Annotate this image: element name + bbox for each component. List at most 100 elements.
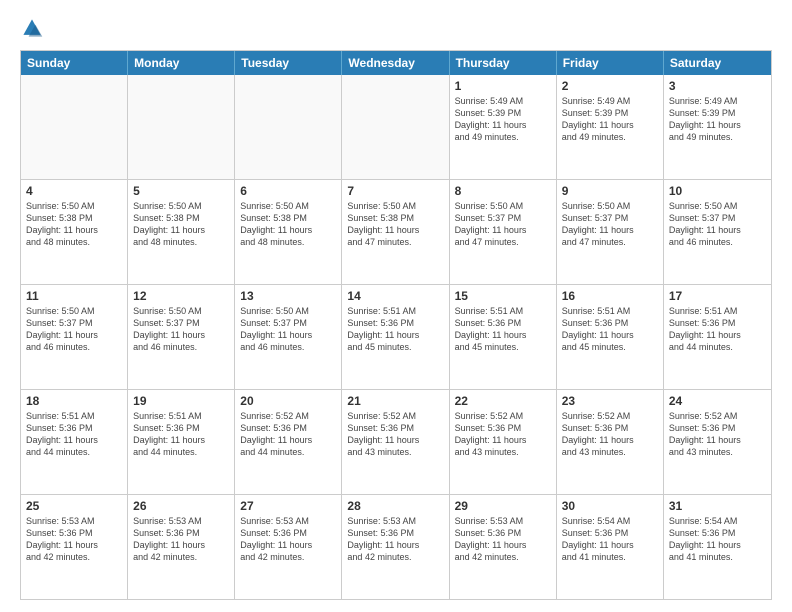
- cell-info: Sunrise: 5:52 AM Sunset: 5:36 PM Dayligh…: [240, 410, 336, 459]
- cal-week-2: 4 Sunrise: 5:50 AM Sunset: 5:38 PM Daylig…: [21, 179, 771, 284]
- cal-cell: 27 Sunrise: 5:53 AM Sunset: 5:36 PM Dayli…: [235, 495, 342, 599]
- cell-info: Sunrise: 5:50 AM Sunset: 5:38 PM Dayligh…: [26, 200, 122, 249]
- cal-cell: 13 Sunrise: 5:50 AM Sunset: 5:37 PM Dayli…: [235, 285, 342, 389]
- logo-icon: [20, 16, 44, 40]
- cal-cell: 15 Sunrise: 5:51 AM Sunset: 5:36 PM Dayli…: [450, 285, 557, 389]
- cal-header-friday: Friday: [557, 51, 664, 75]
- cal-cell: 28 Sunrise: 5:53 AM Sunset: 5:36 PM Dayli…: [342, 495, 449, 599]
- cell-info: Sunrise: 5:52 AM Sunset: 5:36 PM Dayligh…: [347, 410, 443, 459]
- cal-cell: 2 Sunrise: 5:49 AM Sunset: 5:39 PM Daylig…: [557, 75, 664, 179]
- logo: [20, 16, 48, 40]
- cal-week-3: 11 Sunrise: 5:50 AM Sunset: 5:37 PM Dayli…: [21, 284, 771, 389]
- cell-info: Sunrise: 5:50 AM Sunset: 5:37 PM Dayligh…: [133, 305, 229, 354]
- cell-info: Sunrise: 5:51 AM Sunset: 5:36 PM Dayligh…: [347, 305, 443, 354]
- cell-info: Sunrise: 5:50 AM Sunset: 5:38 PM Dayligh…: [347, 200, 443, 249]
- cell-info: Sunrise: 5:54 AM Sunset: 5:36 PM Dayligh…: [562, 515, 658, 564]
- day-number: 27: [240, 499, 336, 513]
- cal-cell: 10 Sunrise: 5:50 AM Sunset: 5:37 PM Dayli…: [664, 180, 771, 284]
- day-number: 23: [562, 394, 658, 408]
- day-number: 15: [455, 289, 551, 303]
- cal-cell: 23 Sunrise: 5:52 AM Sunset: 5:36 PM Dayli…: [557, 390, 664, 494]
- cal-cell: 8 Sunrise: 5:50 AM Sunset: 5:37 PM Daylig…: [450, 180, 557, 284]
- cell-info: Sunrise: 5:50 AM Sunset: 5:37 PM Dayligh…: [455, 200, 551, 249]
- day-number: 20: [240, 394, 336, 408]
- day-number: 13: [240, 289, 336, 303]
- day-number: 2: [562, 79, 658, 93]
- cal-cell: [128, 75, 235, 179]
- cal-cell: 1Sunrise: 5:49 AM Sunset: 5:39 PM Daylig…: [450, 75, 557, 179]
- day-number: 19: [133, 394, 229, 408]
- cell-info: Sunrise: 5:51 AM Sunset: 5:36 PM Dayligh…: [26, 410, 122, 459]
- cal-cell: 12 Sunrise: 5:50 AM Sunset: 5:37 PM Dayli…: [128, 285, 235, 389]
- cal-cell: 21 Sunrise: 5:52 AM Sunset: 5:36 PM Dayli…: [342, 390, 449, 494]
- cal-cell: 18Sunrise: 5:51 AM Sunset: 5:36 PM Dayli…: [21, 390, 128, 494]
- cell-info: Sunrise: 5:53 AM Sunset: 5:36 PM Dayligh…: [455, 515, 551, 564]
- day-number: 10: [669, 184, 766, 198]
- day-number: 7: [347, 184, 443, 198]
- cal-cell: 31 Sunrise: 5:54 AM Sunset: 5:36 PM Dayli…: [664, 495, 771, 599]
- header: [20, 16, 772, 40]
- cal-cell: 22Sunrise: 5:52 AM Sunset: 5:36 PM Dayli…: [450, 390, 557, 494]
- cell-info: Sunrise: 5:53 AM Sunset: 5:36 PM Dayligh…: [347, 515, 443, 564]
- cell-info: Sunrise: 5:52 AM Sunset: 5:36 PM Dayligh…: [562, 410, 658, 459]
- cell-info: Sunrise: 5:52 AM Sunset: 5:36 PM Dayligh…: [669, 410, 766, 459]
- day-number: 24: [669, 394, 766, 408]
- cal-cell: 11 Sunrise: 5:50 AM Sunset: 5:37 PM Dayli…: [21, 285, 128, 389]
- cal-cell: 4 Sunrise: 5:50 AM Sunset: 5:38 PM Daylig…: [21, 180, 128, 284]
- day-number: 9: [562, 184, 658, 198]
- cal-header-sunday: Sunday: [21, 51, 128, 75]
- cell-info: Sunrise: 5:50 AM Sunset: 5:37 PM Dayligh…: [562, 200, 658, 249]
- day-number: 17: [669, 289, 766, 303]
- day-number: 4: [26, 184, 122, 198]
- cal-cell: 6Sunrise: 5:50 AM Sunset: 5:38 PM Daylig…: [235, 180, 342, 284]
- day-number: 26: [133, 499, 229, 513]
- cal-cell: 25Sunrise: 5:53 AM Sunset: 5:36 PM Dayli…: [21, 495, 128, 599]
- cell-info: Sunrise: 5:54 AM Sunset: 5:36 PM Dayligh…: [669, 515, 766, 564]
- day-number: 12: [133, 289, 229, 303]
- calendar: SundayMondayTuesdayWednesdayThursdayFrid…: [20, 50, 772, 600]
- day-number: 28: [347, 499, 443, 513]
- calendar-header-row: SundayMondayTuesdayWednesdayThursdayFrid…: [21, 51, 771, 75]
- cell-info: Sunrise: 5:49 AM Sunset: 5:39 PM Dayligh…: [455, 95, 551, 144]
- cal-cell: 30Sunrise: 5:54 AM Sunset: 5:36 PM Dayli…: [557, 495, 664, 599]
- day-number: 31: [669, 499, 766, 513]
- cell-info: Sunrise: 5:53 AM Sunset: 5:36 PM Dayligh…: [133, 515, 229, 564]
- cal-cell: 16 Sunrise: 5:51 AM Sunset: 5:36 PM Dayli…: [557, 285, 664, 389]
- cal-cell: 17Sunrise: 5:51 AM Sunset: 5:36 PM Dayli…: [664, 285, 771, 389]
- cal-header-wednesday: Wednesday: [342, 51, 449, 75]
- cell-info: Sunrise: 5:50 AM Sunset: 5:38 PM Dayligh…: [133, 200, 229, 249]
- cal-cell: [21, 75, 128, 179]
- day-number: 29: [455, 499, 551, 513]
- cell-info: Sunrise: 5:50 AM Sunset: 5:37 PM Dayligh…: [669, 200, 766, 249]
- cal-header-monday: Monday: [128, 51, 235, 75]
- cell-info: Sunrise: 5:49 AM Sunset: 5:39 PM Dayligh…: [669, 95, 766, 144]
- cell-info: Sunrise: 5:49 AM Sunset: 5:39 PM Dayligh…: [562, 95, 658, 144]
- cal-header-saturday: Saturday: [664, 51, 771, 75]
- day-number: 11: [26, 289, 122, 303]
- cell-info: Sunrise: 5:50 AM Sunset: 5:37 PM Dayligh…: [26, 305, 122, 354]
- day-number: 6: [240, 184, 336, 198]
- cal-week-4: 18Sunrise: 5:51 AM Sunset: 5:36 PM Dayli…: [21, 389, 771, 494]
- cal-cell: 5Sunrise: 5:50 AM Sunset: 5:38 PM Daylig…: [128, 180, 235, 284]
- day-number: 16: [562, 289, 658, 303]
- cal-cell: 29 Sunrise: 5:53 AM Sunset: 5:36 PM Dayli…: [450, 495, 557, 599]
- cell-info: Sunrise: 5:51 AM Sunset: 5:36 PM Dayligh…: [455, 305, 551, 354]
- page: SundayMondayTuesdayWednesdayThursdayFrid…: [0, 0, 792, 612]
- cal-cell: 14 Sunrise: 5:51 AM Sunset: 5:36 PM Dayli…: [342, 285, 449, 389]
- cal-cell: 20 Sunrise: 5:52 AM Sunset: 5:36 PM Dayli…: [235, 390, 342, 494]
- cal-cell: 26 Sunrise: 5:53 AM Sunset: 5:36 PM Dayli…: [128, 495, 235, 599]
- day-number: 8: [455, 184, 551, 198]
- cal-cell: 24 Sunrise: 5:52 AM Sunset: 5:36 PM Dayli…: [664, 390, 771, 494]
- cal-week-1: 1Sunrise: 5:49 AM Sunset: 5:39 PM Daylig…: [21, 75, 771, 179]
- cal-cell: 3Sunrise: 5:49 AM Sunset: 5:39 PM Daylig…: [664, 75, 771, 179]
- cell-info: Sunrise: 5:52 AM Sunset: 5:36 PM Dayligh…: [455, 410, 551, 459]
- calendar-body: 1Sunrise: 5:49 AM Sunset: 5:39 PM Daylig…: [21, 75, 771, 599]
- cell-info: Sunrise: 5:50 AM Sunset: 5:37 PM Dayligh…: [240, 305, 336, 354]
- cell-info: Sunrise: 5:53 AM Sunset: 5:36 PM Dayligh…: [240, 515, 336, 564]
- day-number: 14: [347, 289, 443, 303]
- cal-week-5: 25Sunrise: 5:53 AM Sunset: 5:36 PM Dayli…: [21, 494, 771, 599]
- day-number: 21: [347, 394, 443, 408]
- cell-info: Sunrise: 5:51 AM Sunset: 5:36 PM Dayligh…: [562, 305, 658, 354]
- cal-cell: [342, 75, 449, 179]
- cal-header-thursday: Thursday: [450, 51, 557, 75]
